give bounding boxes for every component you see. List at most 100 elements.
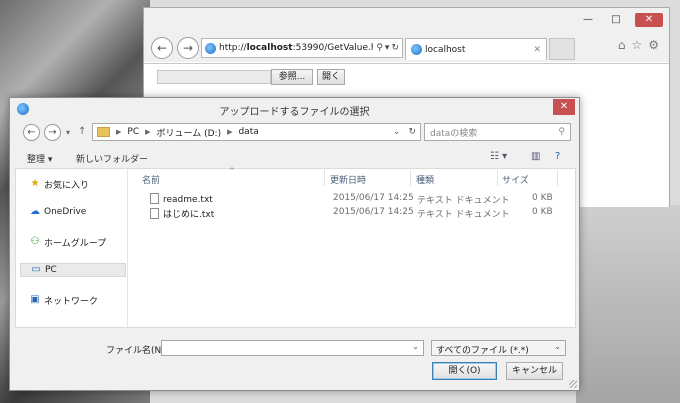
browse-button[interactable]: 参照... xyxy=(271,69,313,85)
browser-titlebar: — □ ✕ xyxy=(144,8,669,34)
cancel-button[interactable]: キャンセル xyxy=(506,362,563,380)
breadcrumb-item-pc[interactable]: PC xyxy=(127,127,139,137)
browser-navbar: ← → http://localhost:53990/GetValue.htm … xyxy=(144,34,669,62)
file-type-select[interactable]: すべてのファイル (*.*) ⌄ xyxy=(431,340,566,356)
refresh-icon[interactable]: ↻ xyxy=(391,43,399,53)
file-row[interactable]: readme.txt 2015/06/17 14:25 テキスト ドキュメント … xyxy=(136,192,575,206)
tab-close-icon[interactable]: ✕ xyxy=(533,45,541,55)
homegroup-icon: ⚇ xyxy=(30,236,40,247)
maximize-button[interactable]: □ xyxy=(607,13,625,27)
forward-arrow-icon: → xyxy=(48,127,57,138)
search-icon: ⚲ xyxy=(558,127,565,137)
search-icon[interactable]: ⚲ xyxy=(376,43,383,53)
column-header-name[interactable]: 名前 xyxy=(142,173,160,186)
breadcrumb-item-volume[interactable]: ボリューム (D:) xyxy=(157,126,222,139)
file-row[interactable]: はじめに.txt 2015/06/17 14:25 テキスト ドキュメント 0 … xyxy=(136,206,575,220)
text-file-icon xyxy=(150,193,159,204)
settings-gear-icon[interactable]: ⚙ xyxy=(648,38,659,52)
up-arrow-icon[interactable]: ↑ xyxy=(78,126,86,137)
ie-icon xyxy=(205,42,216,54)
column-header-type[interactable]: 種類 xyxy=(416,173,434,186)
browser-tab[interactable]: localhost ✕ xyxy=(405,38,547,60)
new-folder-button[interactable]: 新しいフォルダー xyxy=(76,152,148,165)
file-input-field[interactable] xyxy=(157,70,271,84)
nav-item-onedrive[interactable]: ☁ OneDrive xyxy=(20,205,126,219)
breadcrumb-dropdown-icon[interactable]: ⌄ xyxy=(393,127,401,137)
file-type: テキスト ドキュメント xyxy=(417,210,510,220)
text-file-icon xyxy=(150,208,159,219)
forward-arrow-icon: → xyxy=(182,41,194,55)
navigation-pane: ★ お気に入り ☁ OneDrive ⚇ ホームグループ ▭ PC ▣ ネットワ… xyxy=(16,169,128,327)
folder-icon xyxy=(97,127,110,137)
filename-input[interactable]: ⌄ xyxy=(161,340,424,356)
view-options-icon[interactable]: ☷ ▾ xyxy=(490,151,507,162)
dialog-back-button[interactable]: ← xyxy=(23,124,40,141)
forward-button[interactable]: → xyxy=(177,37,199,59)
column-divider[interactable] xyxy=(324,170,325,186)
breadcrumb-item-data[interactable]: data xyxy=(238,127,258,137)
breadcrumb-separator-icon: ▶ xyxy=(227,128,233,136)
dialog-title: アップロードするファイルの選択 xyxy=(219,107,370,118)
address-url: http://localhost:53990/GetValue.htm xyxy=(219,43,373,53)
sort-ascending-icon: ^ xyxy=(229,167,235,175)
page-open-button[interactable]: 開く xyxy=(317,69,345,85)
browser-side-icons: ⌂ ☆ ⚙ xyxy=(618,38,659,52)
file-list: 名前 ^ 更新日時 種類 サイズ readme.txt 2015/06/17 1… xyxy=(136,167,575,327)
nav-item-label: OneDrive xyxy=(44,207,87,217)
new-tab-button[interactable] xyxy=(549,38,575,60)
resize-grip-icon[interactable] xyxy=(569,380,577,388)
chevron-down-icon: ⌄ xyxy=(554,342,561,351)
file-name: readme.txt xyxy=(150,193,213,205)
column-header-modified[interactable]: 更新日時 xyxy=(330,173,366,186)
minimize-button[interactable]: — xyxy=(579,13,597,27)
file-modified: 2015/06/17 14:25 xyxy=(333,193,414,203)
desktop-background-strip xyxy=(576,205,680,403)
computer-icon: ▭ xyxy=(31,264,41,275)
tab-label: localhost xyxy=(425,44,466,55)
breadcrumb[interactable]: ▶ PC ▶ ボリューム (D:) ▶ data ⌄ ↻ xyxy=(92,123,421,141)
search-input[interactable]: dataの検索 ⚲ xyxy=(424,123,571,141)
column-header-size[interactable]: サイズ xyxy=(502,173,529,186)
file-name: はじめに.txt xyxy=(150,207,214,220)
breadcrumb-separator-icon: ▶ xyxy=(145,128,151,136)
back-arrow-icon: ← xyxy=(27,127,36,138)
nav-item-pc[interactable]: ▭ PC xyxy=(20,263,126,277)
preview-pane-icon[interactable]: ▥ xyxy=(531,151,540,162)
nav-item-homegroup[interactable]: ⚇ ホームグループ xyxy=(20,235,126,249)
nav-item-label: PC xyxy=(45,265,57,275)
dialog-forward-button[interactable]: → xyxy=(44,124,61,141)
column-divider[interactable] xyxy=(557,170,558,186)
open-button[interactable]: 開く(O) xyxy=(432,362,497,380)
nav-item-label: ネットワーク xyxy=(44,296,99,307)
favorites-star-icon[interactable]: ☆ xyxy=(631,38,642,52)
address-bar[interactable]: http://localhost:53990/GetValue.htm ⚲ ▾ … xyxy=(201,38,403,58)
column-header-row: 名前 ^ 更新日時 種類 サイズ xyxy=(136,167,575,187)
home-icon[interactable]: ⌂ xyxy=(618,38,626,52)
help-icon[interactable]: ? xyxy=(555,151,560,162)
dialog-titlebar: アップロードするファイルの選択 ✕ xyxy=(10,98,579,120)
search-placeholder: dataの検索 xyxy=(430,128,478,139)
file-size: 0 KB xyxy=(532,207,553,217)
dialog-navbar: ← → ▾ ↑ ▶ PC ▶ ボリューム (D:) ▶ data ⌄ ↻ dat… xyxy=(10,120,579,146)
cloud-icon: ☁ xyxy=(30,206,40,217)
chevron-down-icon[interactable]: ⌄ xyxy=(412,342,419,351)
file-type-value: すべてのファイル (*.*) xyxy=(436,346,529,356)
organize-menu[interactable]: 整理 ▾ xyxy=(27,152,52,165)
nav-item-label: ホームグループ xyxy=(44,238,107,249)
dialog-close-button[interactable]: ✕ xyxy=(553,99,575,115)
back-button[interactable]: ← xyxy=(151,37,173,59)
star-icon: ★ xyxy=(30,178,40,189)
refresh-icon[interactable]: ↻ xyxy=(408,127,416,137)
breadcrumb-separator-icon: ▶ xyxy=(116,128,122,136)
dropdown-icon[interactable]: ▾ xyxy=(385,43,390,53)
file-type: テキスト ドキュメント xyxy=(417,196,510,206)
tab-ie-icon xyxy=(411,44,422,55)
network-icon: ▣ xyxy=(30,294,40,305)
recent-locations-icon[interactable]: ▾ xyxy=(66,128,70,137)
file-size: 0 KB xyxy=(532,193,553,203)
column-divider[interactable] xyxy=(410,170,411,186)
column-divider[interactable] xyxy=(497,170,498,186)
close-button[interactable]: ✕ xyxy=(635,13,663,27)
nav-item-network[interactable]: ▣ ネットワーク xyxy=(20,293,126,307)
nav-item-favorites[interactable]: ★ お気に入り xyxy=(20,177,126,191)
